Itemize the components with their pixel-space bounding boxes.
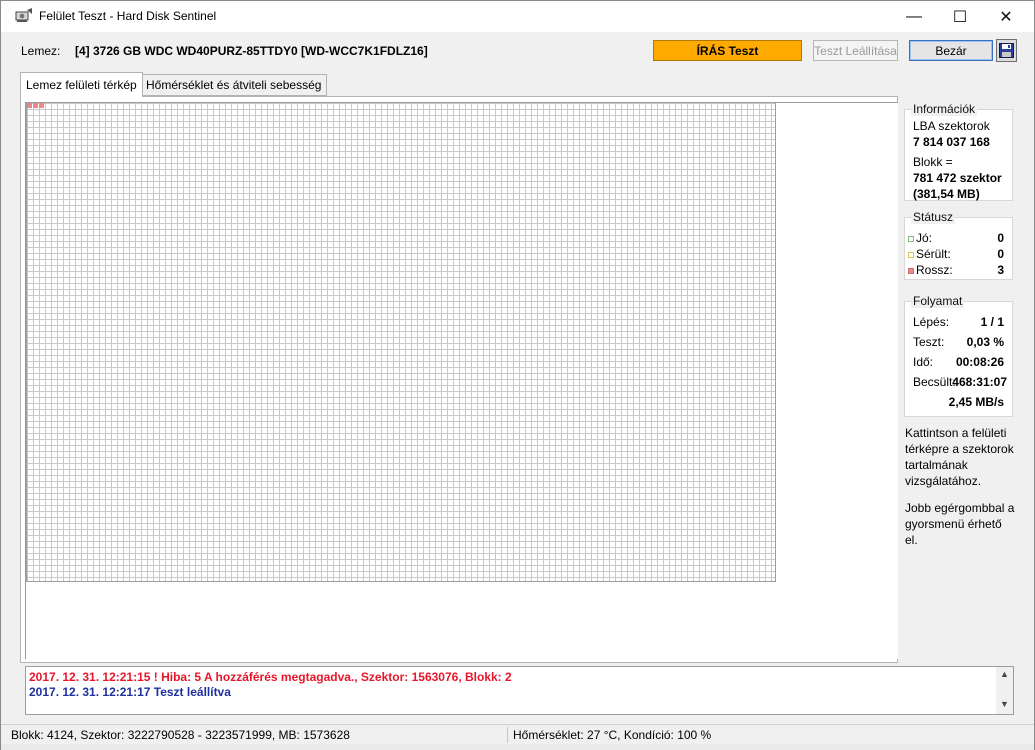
log-entry-error: 2017. 12. 31. 12:21:15 ! Hiba: 5 A hozzá… <box>29 670 512 684</box>
help-rightclick-text: Jobb egérgombbal a gyorsmenü érhető el. <box>905 500 1017 548</box>
disk-value: [4] 3726 GB WDC WD40PURZ-85TTDY0 [WD-WCC… <box>75 44 428 58</box>
help-click-text: Kattintson a felületi térképre a szektor… <box>905 425 1017 489</box>
bad-block[interactable] <box>27 103 32 108</box>
scroll-up-icon[interactable]: ▲ <box>996 669 1013 679</box>
status-separator <box>507 727 508 743</box>
damaged-label: Sérült: <box>916 247 951 261</box>
lba-label: LBA szektorok <box>913 119 990 133</box>
speed-value: 2,45 MB/s <box>948 395 1004 409</box>
lba-value: 7 814 037 168 <box>913 135 990 149</box>
log-entry-info: 2017. 12. 31. 12:21:17 Teszt leállítva <box>29 685 231 699</box>
good-row: Jó: <box>908 231 932 245</box>
background-strip <box>1 744 1034 750</box>
good-legend-icon <box>908 235 914 242</box>
surface-test-window: Felület Teszt - Hard Disk Sentinel — ☐ ✕… <box>0 0 1035 750</box>
block-label: Blokk = <box>913 155 953 169</box>
damaged-legend-icon <box>908 251 914 258</box>
help-line: vizsgálatához. <box>905 474 982 488</box>
minimize-icon: — <box>906 7 922 25</box>
close-button[interactable]: Bezár <box>909 40 993 61</box>
scroll-down-icon[interactable]: ▼ <box>996 699 1013 709</box>
log-scrollbar[interactable]: ▲ ▼ <box>996 667 1013 714</box>
progress-group-title: Folyamat <box>911 294 965 308</box>
test-value: 0,03 % <box>966 335 1004 349</box>
estimated-label: Becsült: <box>913 375 956 389</box>
tab-surface-map[interactable]: Lemez felületi térkép <box>20 72 143 97</box>
help-line: tartalmának <box>905 458 968 472</box>
info-group-title: Információk <box>911 102 978 116</box>
bad-block[interactable] <box>33 103 38 108</box>
maximize-button[interactable]: ☐ <box>937 1 983 32</box>
save-button[interactable] <box>996 39 1017 62</box>
bad-label: Rossz: <box>916 263 953 277</box>
bad-row: Rossz: <box>908 263 953 277</box>
estimated-value: 468:31:07 <box>952 375 1007 389</box>
app-icon <box>15 8 32 22</box>
close-window-button[interactable]: ✕ <box>983 1 1029 32</box>
help-line: Jobb egérgombbal a <box>905 501 1015 515</box>
time-label: Idő: <box>913 355 934 369</box>
block-value: 781 472 szektor <box>913 171 1002 185</box>
good-value: 0 <box>997 231 1004 245</box>
step-value: 1 / 1 <box>980 315 1004 329</box>
help-line: térképre a szektorok <box>905 442 1014 456</box>
help-line: el. <box>905 533 918 547</box>
status-group: Státusz Jó: 0 Sérült: 0 Rossz: 3 <box>904 210 1013 280</box>
help-line: gyorsmenü érhető <box>905 517 1002 531</box>
bad-legend-icon <box>908 267 914 274</box>
damaged-value: 0 <box>997 247 1004 261</box>
tab-temperature-speed[interactable]: Hőmérséklet és átviteli sebesség <box>140 74 328 96</box>
disk-label: Lemez: <box>21 44 61 58</box>
floppy-disk-icon <box>999 43 1014 58</box>
window-title: Felület Teszt - Hard Disk Sentinel <box>39 9 217 23</box>
bad-value: 3 <box>997 263 1004 277</box>
maximize-icon: ☐ <box>952 8 968 26</box>
help-line: Kattintson a felületi <box>905 426 1007 440</box>
title-bar[interactable]: Felület Teszt - Hard Disk Sentinel — ☐ ✕ <box>1 1 1034 32</box>
write-test-indicator: ÍRÁS Teszt <box>653 40 802 61</box>
info-group: Információk LBA szektorok 7 814 037 168 … <box>904 102 1013 201</box>
block-size: (381,54 MB) <box>913 187 980 201</box>
test-label: Teszt: <box>913 335 945 349</box>
progress-group: Folyamat Lépés: 1 / 1 Teszt: 0,03 % Idő:… <box>904 294 1013 417</box>
disk-surface-map[interactable] <box>26 102 776 582</box>
minimize-button[interactable]: — <box>891 1 937 32</box>
good-label: Jó: <box>916 231 933 245</box>
step-label: Lépés: <box>913 315 950 329</box>
status-temperature: Hőmérséklet: 27 °C, Kondíció: 100 % <box>513 728 712 742</box>
damaged-row: Sérült: <box>908 247 951 261</box>
close-icon: ✕ <box>999 8 1013 26</box>
bad-block[interactable] <box>39 103 44 108</box>
status-block-info: Blokk: 4124, Szektor: 3222790528 - 32235… <box>11 728 350 742</box>
status-bar: Blokk: 4124, Szektor: 3222790528 - 32235… <box>1 724 1034 744</box>
status-group-title: Státusz <box>911 210 956 224</box>
time-value: 00:08:26 <box>955 355 1004 369</box>
stop-test-button[interactable]: Teszt Leállítása <box>813 40 898 61</box>
log-box[interactable]: 2017. 12. 31. 12:21:15 ! Hiba: 5 A hozzá… <box>25 666 1014 715</box>
